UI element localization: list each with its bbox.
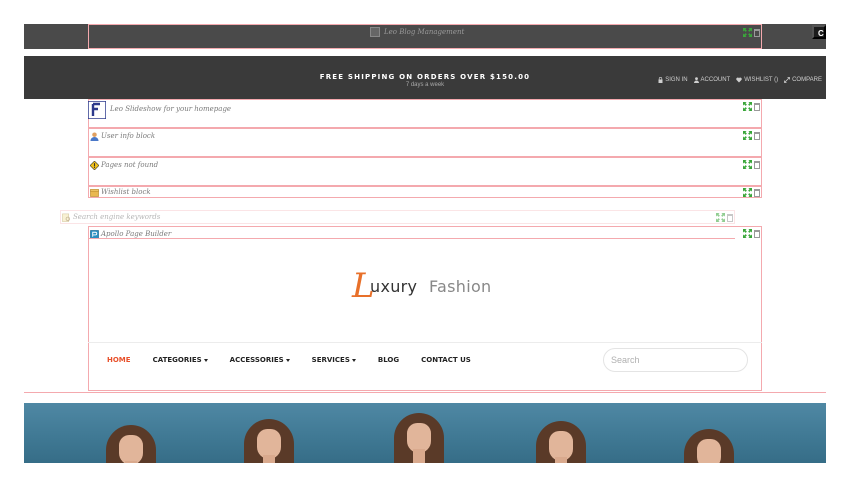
chevron-down-icon [203,358,208,362]
search-keywords-icon [62,213,71,222]
chevron-down-icon [351,358,356,362]
module-label: Wishlist block [101,188,151,196]
move-icon[interactable] [743,102,752,111]
chevron-down-icon [285,358,290,362]
site-logo[interactable]: L uxury Fashion [352,266,512,306]
wishlist-box-icon [90,189,99,197]
compare-icon [784,77,790,83]
page: Leo Blog Management Close FREE SHIPPING … [0,0,850,486]
warning-icon [90,161,99,170]
menu-item-contact-us[interactable]: CONTACT US [421,356,471,364]
menu-divider [88,342,762,343]
module-label: Pages not found [101,161,159,169]
trash-icon[interactable] [754,230,760,238]
compare-link[interactable]: COMPARE [784,77,822,83]
trash-icon[interactable] [754,189,760,197]
compare-label: COMPARE [792,77,822,83]
module-user-info: User info block [88,128,762,157]
trash-icon[interactable] [754,29,760,37]
wishlist-link[interactable]: WISHLIST () [736,77,778,83]
search-input[interactable] [611,349,741,371]
logo-word-2: Fashion [429,277,492,296]
module-leo-slideshow: Leo Slideshow for your homepage [88,99,762,128]
menu-item-label: CATEGORIES [152,356,202,364]
close-button[interactable]: Close [812,25,826,39]
menu-item-services[interactable]: SERVICES [312,356,356,364]
module-pages-not-found: Pages not found [88,157,762,186]
logo-word-1: uxury [370,277,418,296]
trash-icon[interactable] [754,132,760,140]
account-label: ACCOUNT [700,77,731,83]
main-menu: HOME CATEGORIES ACCESSORIES SERVICES BLO… [107,356,493,364]
hero-banner-image [24,403,826,463]
menu-item-label: CONTACT US [421,356,471,364]
move-icon[interactable] [743,131,752,140]
model-figure [244,411,294,463]
menu-item-categories[interactable]: CATEGORIES [153,356,208,364]
move-icon[interactable] [716,213,725,222]
move-icon[interactable] [743,229,752,238]
blog-module-label: Leo Blog Management [384,28,465,36]
model-figure [394,405,444,463]
module-label: Apollo Page Builder [101,230,172,238]
menu-item-blog[interactable]: BLOG [378,356,399,364]
model-figure [536,413,586,463]
module-label: Leo Slideshow for your homepage [110,105,232,113]
model-figure [106,417,156,463]
wishlist-label: WISHLIST () [744,77,779,83]
move-icon[interactable] [743,188,752,197]
trash-icon[interactable] [754,103,760,111]
menu-item-label: BLOG [377,356,400,364]
sign-in-link[interactable]: SIGN IN [658,77,688,83]
menu-item-label: SERVICES [311,356,350,364]
account-link[interactable]: ACCOUNT [693,77,731,83]
module-search-keywords: Search engine keywords [60,210,735,224]
lock-icon [658,77,663,83]
user-links: SIGN IN ACCOUNT WISHLIST () COMPARE [658,77,822,83]
model-figure [684,421,734,463]
module-wishlist: Wishlist block [88,186,762,198]
module-apollo-inner [88,238,735,239]
menu-item-accessories[interactable]: ACCESSORIES [230,356,290,364]
module-label: User info block [101,132,156,140]
leo-slideshow-icon [88,101,106,119]
heart-icon [736,77,742,83]
menu-item-label: ACCESSORIES [229,356,284,364]
move-icon[interactable] [743,28,752,37]
trash-icon[interactable] [727,214,733,222]
user-icon [90,132,99,141]
move-icon[interactable] [743,160,752,169]
sign-in-label: SIGN IN [665,77,688,83]
top-bar: FREE SHIPPING ON ORDERS OVER $150.00 7 d… [24,56,826,99]
user-icon [693,77,699,83]
header-bottom-line [24,392,826,393]
search-box [603,348,748,372]
menu-item-label: HOME [107,356,131,364]
trash-icon[interactable] [754,161,760,169]
menu-item-home[interactable]: HOME [107,356,131,364]
module-label: Search engine keywords [73,213,161,221]
blog-module-icon [370,27,380,37]
